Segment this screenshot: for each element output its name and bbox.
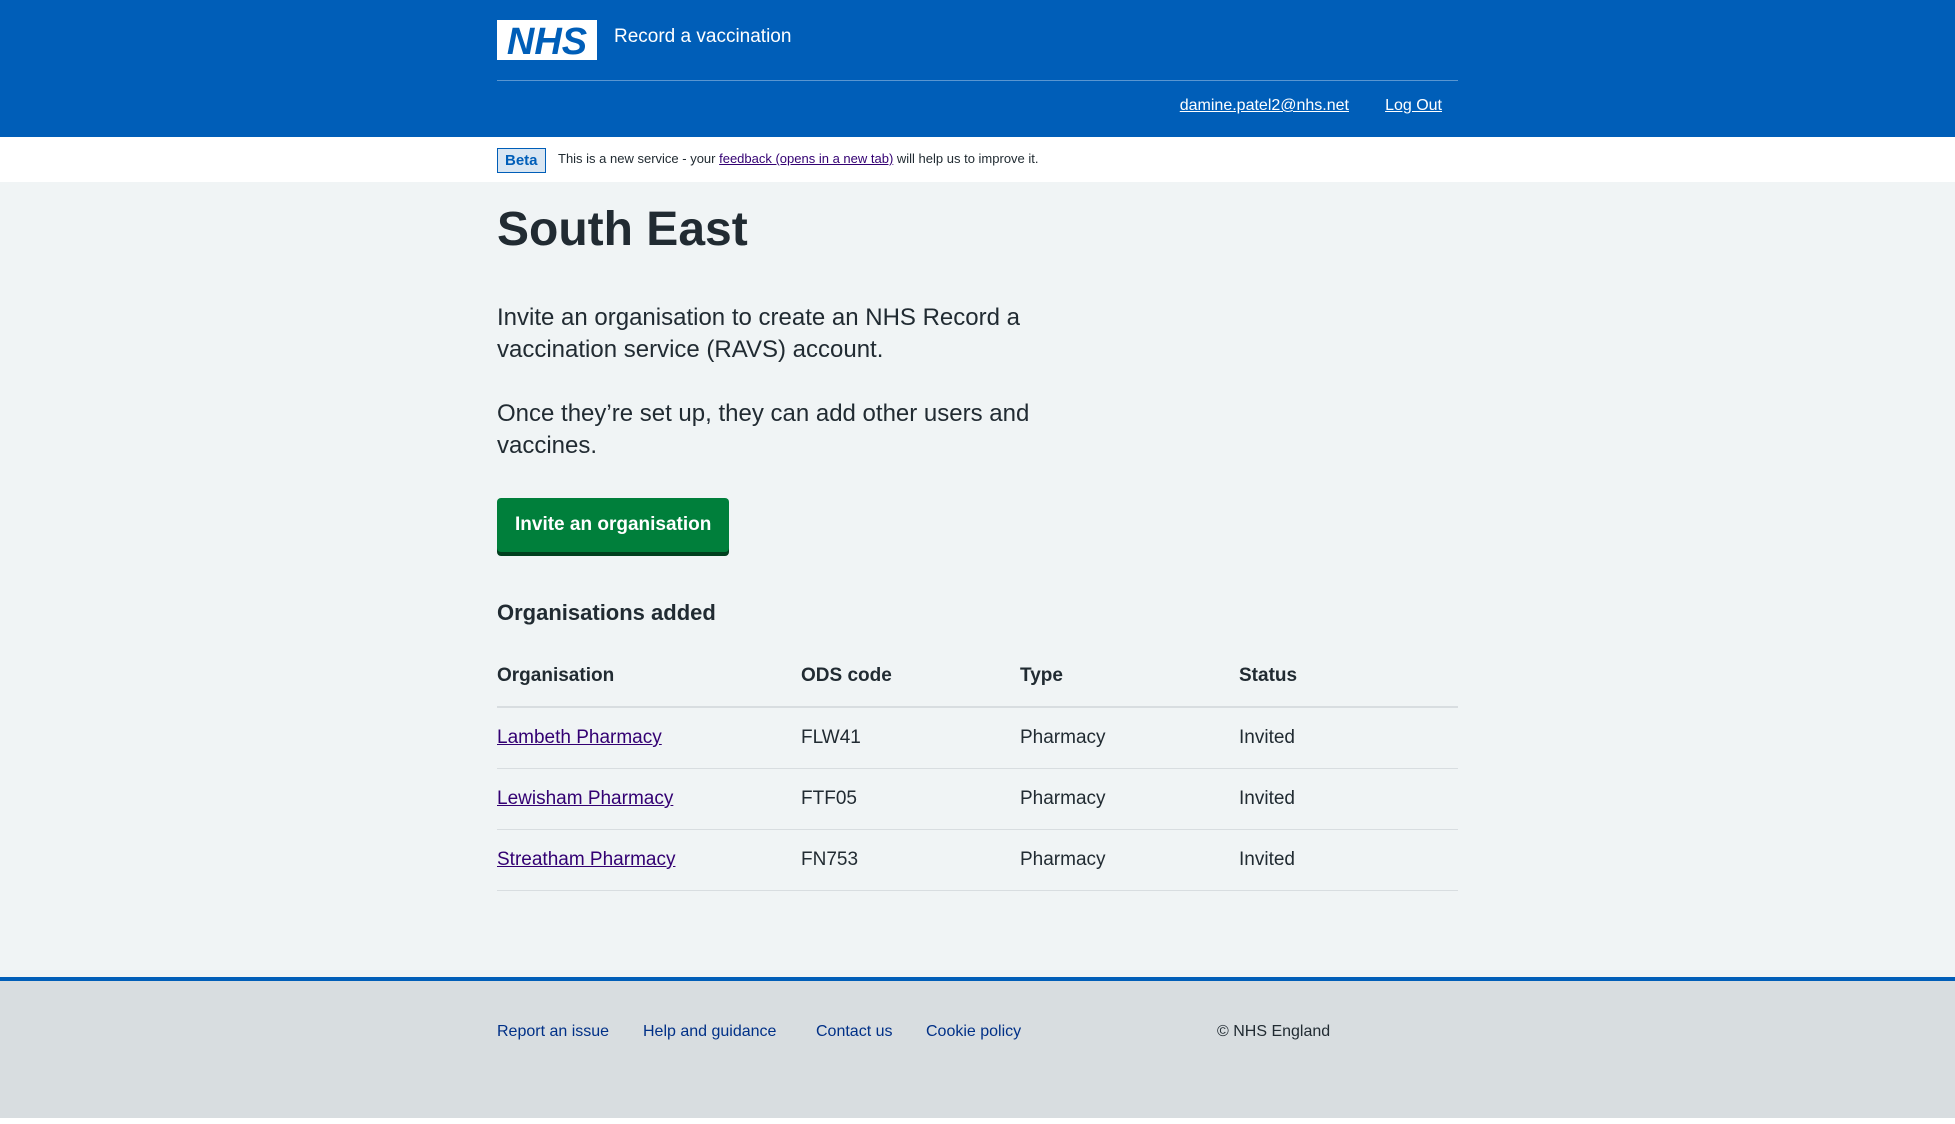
ods-code-cell: FN753 [801,829,1020,891]
column-header-organisation: Organisation [497,646,801,708]
header-top: NHS Record a vaccination [497,0,1458,80]
organisation-link[interactable]: Lambeth Pharmacy [497,727,662,748]
header-nav: damine.patel2@nhs.net Log Out [497,81,1458,137]
organisation-cell: Streatham Pharmacy [497,829,801,891]
footer-link-help-guidance[interactable]: Help and guidance [643,1023,776,1041]
table-row: Lewisham Pharmacy FTF05 Pharmacy Invited [497,768,1458,830]
phase-banner: Beta This is a new service - your feedba… [0,137,1955,182]
beta-tag: Beta [497,148,546,173]
organisation-cell: Lambeth Pharmacy [497,707,801,769]
ods-code-cell: FLW41 [801,707,1020,769]
ods-code-cell: FTF05 [801,768,1020,830]
svg-text:NHS: NHS [507,21,587,60]
organisation-link[interactable]: Streatham Pharmacy [497,849,675,870]
organisations-table: Organisation ODS code Type Status Lambet… [497,646,1458,891]
type-cell: Pharmacy [1020,707,1239,769]
table-row: Lambeth Pharmacy FLW41 Pharmacy Invited [497,707,1458,769]
footer-link-report-issue[interactable]: Report an issue [497,1023,609,1041]
page-title: South East [497,203,748,256]
status-cell: Invited [1239,829,1458,891]
type-cell: Pharmacy [1020,829,1239,891]
nhs-logo-icon[interactable]: NHS [497,20,597,60]
column-header-status: Status [1239,646,1458,708]
page-bottom-strip [0,1118,1955,1124]
invite-organisation-button[interactable]: Invite an organisation [497,498,730,552]
phase-text-after: will help us to improve it. [893,151,1039,166]
organisation-link[interactable]: Lewisham Pharmacy [497,788,673,809]
organisations-heading: Organisations added [497,600,716,625]
footer-link-contact-us[interactable]: Contact us [816,1023,892,1041]
intro-paragraph-1: Invite an organisation to create an NHS … [497,304,1020,363]
intro-paragraph-2: Once they’re set up, they can add other … [497,400,1030,459]
organisation-cell: Lewisham Pharmacy [497,768,801,830]
table-row: Streatham Pharmacy FN753 Pharmacy Invite… [497,829,1458,891]
main-content: South East Invite an organisation to cre… [497,182,1458,977]
footer-link-cookie-policy[interactable]: Cookie policy [926,1023,1021,1041]
column-header-type: Type [1020,646,1239,708]
feedback-link[interactable]: feedback (opens in a new tab) [719,151,893,166]
phase-banner-text: This is a new service - your feedback (o… [558,151,1039,166]
copyright-text: © NHS England [1217,1023,1331,1040]
service-name-link[interactable]: Record a vaccination [614,26,791,48]
status-cell: Invited [1239,768,1458,830]
table-header-row: Organisation ODS code Type Status [497,646,1458,708]
site-header: NHS Record a vaccination damine.patel2@n… [0,0,1955,137]
site-footer: Report an issue Help and guidance Contac… [0,977,1955,1118]
type-cell: Pharmacy [1020,768,1239,830]
phase-text-before: This is a new service - your [558,151,720,166]
status-cell: Invited [1239,707,1458,769]
user-email-link[interactable]: damine.patel2@nhs.net [1180,97,1349,115]
logout-link[interactable]: Log Out [1385,97,1442,115]
column-header-ods-code: ODS code [801,646,1020,708]
